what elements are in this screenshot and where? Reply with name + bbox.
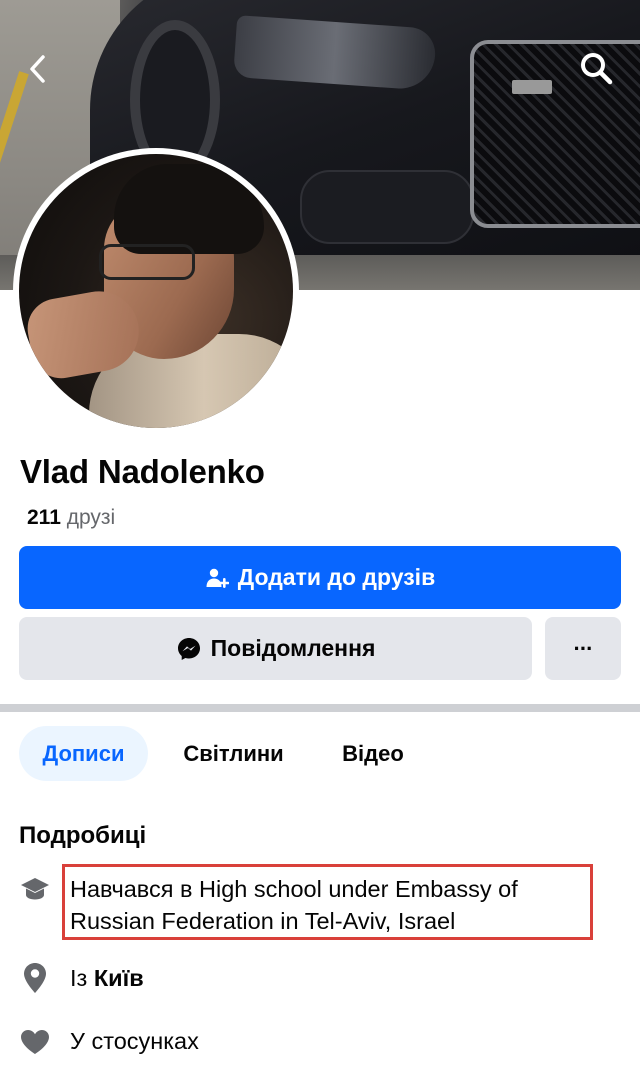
profile-name: Vlad Nadolenko [20, 453, 265, 490]
cover-car-badge [512, 80, 552, 94]
graduation-cap-icon [20, 874, 50, 904]
highlight-box [62, 864, 593, 940]
tab-photos[interactable]: Світлини [166, 726, 301, 781]
search-icon [579, 51, 613, 90]
section-divider [0, 704, 640, 712]
map-pin-icon [20, 963, 50, 993]
messenger-icon [176, 636, 202, 662]
avatar-glasses [99, 244, 195, 280]
add-friend-label: Додати до друзів [237, 564, 436, 590]
add-friend-button[interactable]: Додати до друзів [19, 546, 621, 609]
back-button[interactable] [22, 54, 52, 88]
location-detail: Із Київ [70, 962, 144, 994]
message-label: Повідомлення [210, 635, 376, 661]
more-options-button[interactable]: ··· [545, 617, 621, 680]
search-button[interactable] [576, 50, 616, 90]
heart-icon [20, 1027, 50, 1057]
relationship-detail: У стосунках [70, 1028, 199, 1054]
add-friend-icon [205, 566, 229, 590]
profile-avatar[interactable] [13, 148, 299, 434]
cover-car-foglight [300, 170, 474, 244]
more-options-label: ··· [573, 635, 594, 661]
tab-posts[interactable]: Дописи [19, 726, 148, 781]
chevron-left-icon [28, 54, 46, 89]
avatar-hair [114, 164, 264, 254]
message-button[interactable]: Повідомлення [19, 617, 532, 680]
location-prefix: Із [70, 965, 88, 991]
friends-count[interactable]: 211 друзі [27, 506, 115, 530]
location-city[interactable]: Київ [94, 965, 144, 991]
tab-video[interactable]: Відео [323, 726, 423, 781]
details-heading: Подробиці [19, 822, 147, 849]
friends-count-number: 211 [27, 506, 61, 529]
avatar-photo [19, 154, 293, 428]
friends-count-label: друзі [66, 506, 116, 529]
